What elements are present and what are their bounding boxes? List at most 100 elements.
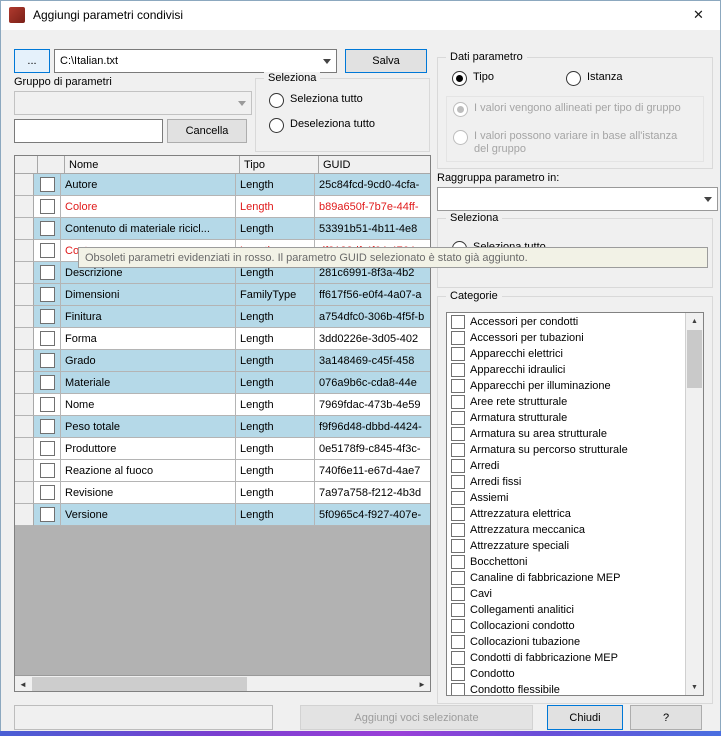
close-dialog-button[interactable]: Chiudi (547, 705, 623, 730)
row-selector[interactable] (15, 460, 34, 482)
row-selector[interactable] (15, 372, 34, 394)
category-checkbox[interactable] (451, 475, 465, 489)
row-selector[interactable] (15, 196, 34, 218)
category-checkbox[interactable] (451, 379, 465, 393)
category-item[interactable]: Accessori per condotti (447, 314, 686, 330)
scrollbar-thumb[interactable] (32, 677, 247, 691)
category-checkbox[interactable] (451, 347, 465, 361)
row-selector[interactable] (15, 240, 34, 262)
row-checkbox[interactable] (39, 441, 55, 456)
row-checkbox[interactable] (39, 221, 55, 236)
save-button[interactable]: Salva (345, 49, 427, 73)
scroll-up-icon[interactable]: ▲ (686, 313, 703, 329)
radio-deselect-all[interactable]: Deseleziona tutto (269, 118, 375, 133)
category-checkbox[interactable] (451, 683, 465, 695)
category-checkbox[interactable] (451, 427, 465, 441)
category-item[interactable]: Collocazioni condotto (447, 618, 686, 634)
category-checkbox[interactable] (451, 507, 465, 521)
file-path-combo[interactable]: C:\Italian.txt (54, 49, 337, 73)
footer-left-button[interactable] (14, 705, 273, 730)
category-item[interactable]: Armatura strutturale (447, 410, 686, 426)
row-checkbox[interactable] (39, 309, 55, 324)
scroll-down-icon[interactable]: ▼ (686, 679, 703, 695)
horizontal-scrollbar[interactable]: ◄ ► (15, 675, 430, 691)
category-item[interactable]: Arredi fissi (447, 474, 686, 490)
row-checkbox[interactable] (39, 375, 55, 390)
category-item[interactable]: Apparecchi idraulici (447, 362, 686, 378)
category-item[interactable]: Condotto (447, 666, 686, 682)
row-selector[interactable] (15, 174, 34, 196)
row-checkbox-cell[interactable] (34, 438, 61, 460)
category-checkbox[interactable] (451, 331, 465, 345)
table-row[interactable]: Colore Length b89a650f-7b7e-44ff- (15, 196, 430, 218)
close-button[interactable]: ✕ (676, 0, 721, 30)
row-checkbox-cell[interactable] (34, 218, 61, 240)
row-checkbox[interactable] (39, 419, 55, 434)
category-item[interactable]: Cavi (447, 586, 686, 602)
category-item[interactable]: Bocchettoni (447, 554, 686, 570)
category-item[interactable]: Armatura su percorso strutturale (447, 442, 686, 458)
category-checkbox[interactable] (451, 395, 465, 409)
row-checkbox-cell[interactable] (34, 240, 61, 262)
category-item[interactable]: Accessori per tubazioni (447, 330, 686, 346)
category-checkbox[interactable] (451, 635, 465, 649)
row-checkbox[interactable] (39, 463, 55, 478)
row-checkbox-cell[interactable] (34, 482, 61, 504)
category-checkbox[interactable] (451, 539, 465, 553)
scroll-right-icon[interactable]: ► (414, 677, 430, 691)
row-checkbox-cell[interactable] (34, 262, 61, 284)
category-item[interactable]: Attrezzature speciali (447, 538, 686, 554)
table-row[interactable]: Peso totale Length f9f96d48-dbbd-4424- (15, 416, 430, 438)
category-item[interactable]: Collegamenti analitici (447, 602, 686, 618)
table-row[interactable]: Nome Length 7969fdac-473b-4e59 (15, 394, 430, 416)
category-checkbox[interactable] (451, 443, 465, 457)
category-checkbox[interactable] (451, 555, 465, 569)
category-checkbox[interactable] (451, 411, 465, 425)
category-checkbox[interactable] (451, 459, 465, 473)
table-row[interactable]: Autore Length 25c84fcd-9cd0-4cfa- (15, 174, 430, 196)
row-checkbox-cell[interactable] (34, 416, 61, 438)
row-checkbox[interactable] (39, 177, 55, 192)
category-item[interactable]: Assiemi (447, 490, 686, 506)
category-item[interactable]: Attrezzatura meccanica (447, 522, 686, 538)
category-checkbox[interactable] (451, 603, 465, 617)
row-selector[interactable] (15, 306, 34, 328)
table-row[interactable]: Materiale Length 076a9b6c-cda8-44e (15, 372, 430, 394)
category-item[interactable]: Canaline di fabbricazione MEP (447, 570, 686, 586)
radio-istanza[interactable]: Istanza (566, 71, 622, 86)
row-checkbox-cell[interactable] (34, 394, 61, 416)
category-item[interactable]: Condotto flessibile (447, 682, 686, 695)
category-checkbox[interactable] (451, 651, 465, 665)
category-item[interactable]: Armatura su area strutturale (447, 426, 686, 442)
category-item[interactable]: Attrezzatura elettrica (447, 506, 686, 522)
table-row[interactable]: Reazione al fuoco Length 740f6e11-e67d-4ae… (15, 460, 430, 482)
table-row[interactable]: Revisione Length 7a97a758-f212-4b3d (15, 482, 430, 504)
category-checkbox[interactable] (451, 587, 465, 601)
column-header-nome[interactable]: Nome (65, 156, 240, 174)
radio-select-all[interactable]: Seleziona tutto (269, 93, 363, 108)
row-checkbox[interactable] (39, 397, 55, 412)
row-selector[interactable] (15, 394, 34, 416)
filter-input[interactable] (14, 119, 163, 143)
row-checkbox-cell[interactable] (34, 328, 61, 350)
row-checkbox-cell[interactable] (34, 460, 61, 482)
row-selector[interactable] (15, 218, 34, 240)
cancel-button[interactable]: Cancella (167, 119, 247, 143)
row-checkbox[interactable] (39, 507, 55, 522)
scrollbar-thumb[interactable] (687, 330, 702, 388)
row-checkbox[interactable] (39, 243, 55, 258)
chevron-down-icon[interactable] (318, 50, 336, 72)
row-checkbox-cell[interactable] (34, 196, 61, 218)
help-button[interactable]: ? (630, 705, 702, 730)
row-selector[interactable] (15, 416, 34, 438)
row-selector[interactable] (15, 438, 34, 460)
category-checkbox[interactable] (451, 315, 465, 329)
row-checkbox[interactable] (39, 331, 55, 346)
category-item[interactable]: Arredi (447, 458, 686, 474)
category-checkbox[interactable] (451, 667, 465, 681)
category-item[interactable]: Apparecchi per illuminazione (447, 378, 686, 394)
row-checkbox-cell[interactable] (34, 306, 61, 328)
row-checkbox-cell[interactable] (34, 284, 61, 306)
category-item[interactable]: Condotti di fabbricazione MEP (447, 650, 686, 666)
category-item[interactable]: Collocazioni tubazione (447, 634, 686, 650)
